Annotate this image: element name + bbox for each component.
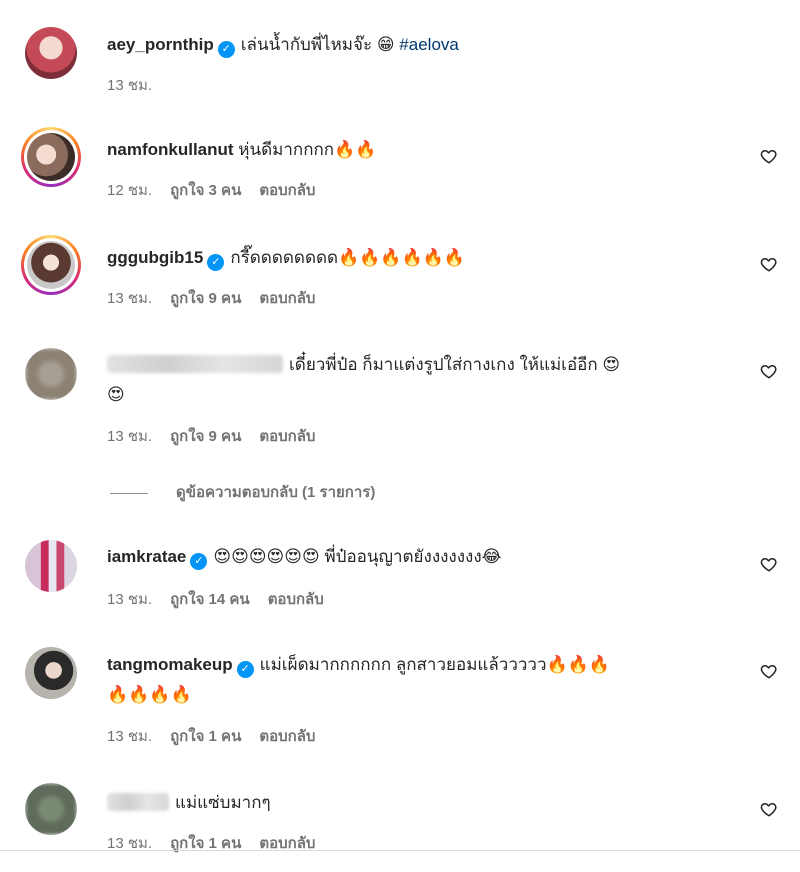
comment-text: iamkratae ✓ 😍😍😍😍😍😍 พี่ป๋ออนุญาตยังงงงงงง😂 xyxy=(107,544,502,570)
like-count[interactable]: ถูกใจ 1 คน xyxy=(170,728,241,745)
reply-button[interactable]: ตอบกลับ xyxy=(259,182,315,199)
like-count[interactable]: ถูกใจ 3 คน xyxy=(170,182,241,199)
reply-button[interactable]: ตอบกลับ xyxy=(268,591,324,608)
verified-badge-icon: ✓ xyxy=(217,41,235,58)
heart-outline-icon[interactable] xyxy=(760,555,778,573)
avatar[interactable] xyxy=(21,127,81,187)
comment-meta: 12 ชม. ถูกใจ 3 คน ตอบกลับ xyxy=(107,178,333,202)
comment-body: 😍😍😍😍😍😍 พี่ป๋ออนุญาตยังงงงงงง😂 xyxy=(213,547,502,566)
comment-text: แม่แซ่บมากๆ xyxy=(107,790,271,816)
timestamp[interactable]: 12 ชม. xyxy=(107,182,152,199)
username[interactable]: gggubgib15 xyxy=(107,248,203,267)
comment-body: 🔥🔥🔥🔥 xyxy=(107,685,192,704)
comment-text-cont: 🔥🔥🔥🔥 xyxy=(107,682,192,708)
reply-button[interactable]: ตอบกลับ xyxy=(259,728,315,745)
heart-outline-icon[interactable] xyxy=(760,662,778,680)
timestamp[interactable]: 13 ชม. xyxy=(107,290,152,307)
avatar[interactable] xyxy=(21,235,81,295)
avatar[interactable] xyxy=(25,348,77,400)
avatar[interactable] xyxy=(25,647,77,699)
comment-body: แม่แซ่บมากๆ xyxy=(175,793,271,812)
comment-text: เดี๋ยวพี่ป๋อ ก็มาแต่งรูปใส่กางเกง ให้แม่… xyxy=(107,352,620,378)
like-count[interactable]: ถูกใจ 14 คน xyxy=(170,591,250,608)
heart-outline-icon[interactable] xyxy=(760,147,778,165)
comment-meta: 13 ชม. ถูกใจ 1 คน ตอบกลับ xyxy=(107,831,333,855)
comment-meta: 13 ชม. xyxy=(107,73,170,97)
comment-meta: 13 ชม. ถูกใจ 1 คน ตอบกลับ xyxy=(107,724,333,748)
comment-text: aey_pornthip ✓ เล่นน้ำกับพี่ไหมจ๊ะ 😁 #aelo… xyxy=(107,32,459,58)
divider xyxy=(110,492,148,494)
username[interactable]: namfonkullanut xyxy=(107,140,234,159)
comment-body: กรี๊ดดดดดดดด🔥🔥🔥🔥🔥🔥 xyxy=(230,248,466,267)
timestamp[interactable]: 13 ชม. xyxy=(107,428,152,445)
comment-meta: 13 ชม. ถูกใจ 14 คน ตอบกลับ xyxy=(107,587,342,611)
username[interactable]: tangmomakeup xyxy=(107,655,233,674)
comment-text-cont: 😍 xyxy=(107,382,125,408)
verified-badge-icon: ✓ xyxy=(207,254,225,271)
comment-text: gggubgib15 ✓ กรี๊ดดดดดดดด🔥🔥🔥🔥🔥🔥 xyxy=(107,245,465,271)
username[interactable]: aey_pornthip xyxy=(107,35,214,54)
comment-text: tangmomakeup ✓ แม่เผ็ดมากกกกกก ลูกสาวยอมแล… xyxy=(107,652,610,678)
comment-body: เล่นน้ำกับพี่ไหมจ๊ะ 😁 xyxy=(240,35,395,54)
like-count[interactable]: ถูกใจ 9 คน xyxy=(170,290,241,307)
comment-meta: 13 ชม. ถูกใจ 9 คน ตอบกลับ xyxy=(107,286,333,310)
comment-text: namfonkullanut หุ่นดีมากกกก🔥🔥 xyxy=(107,137,376,163)
verified-badge-icon: ✓ xyxy=(190,553,208,570)
reply-button[interactable]: ตอบกลับ xyxy=(259,428,315,445)
timestamp[interactable]: 13 ชม. xyxy=(107,728,152,745)
avatar[interactable] xyxy=(25,27,77,79)
comment-body: หุ่นดีมากกกก🔥🔥 xyxy=(238,140,377,159)
timestamp[interactable]: 13 ชม. xyxy=(107,77,152,94)
avatar[interactable] xyxy=(25,783,77,835)
comment-body: 😍 xyxy=(107,385,125,404)
blurred-username[interactable] xyxy=(107,355,283,373)
view-replies-label: ดูข้อความตอบกลับ (1 รายการ) xyxy=(176,484,376,501)
reply-button[interactable]: ตอบกลับ xyxy=(259,290,315,307)
comment-meta: 13 ชม. ถูกใจ 9 คน ตอบกลับ xyxy=(107,424,333,448)
hashtag-link[interactable]: #aelova xyxy=(399,35,459,54)
verified-badge-icon: ✓ xyxy=(236,661,254,678)
heart-outline-icon[interactable] xyxy=(760,362,778,380)
view-replies-button[interactable]: ดูข้อความตอบกลับ (1 รายการ) xyxy=(110,480,375,504)
comment-body: เดี๋ยวพี่ป๋อ ก็มาแต่งรูปใส่กางเกง ให้แม่… xyxy=(289,355,621,374)
username[interactable]: iamkratae xyxy=(107,547,186,566)
like-count[interactable]: ถูกใจ 9 คน xyxy=(170,428,241,445)
timestamp[interactable]: 13 ชม. xyxy=(107,591,152,608)
blurred-username[interactable] xyxy=(107,793,169,811)
heart-outline-icon[interactable] xyxy=(760,255,778,273)
heart-outline-icon[interactable] xyxy=(760,800,778,818)
bottom-divider xyxy=(0,850,800,851)
avatar[interactable] xyxy=(25,540,77,592)
comment-body: แม่เผ็ดมากกกกกก ลูกสาวยอมแล้ววววว🔥🔥🔥 xyxy=(259,655,611,674)
